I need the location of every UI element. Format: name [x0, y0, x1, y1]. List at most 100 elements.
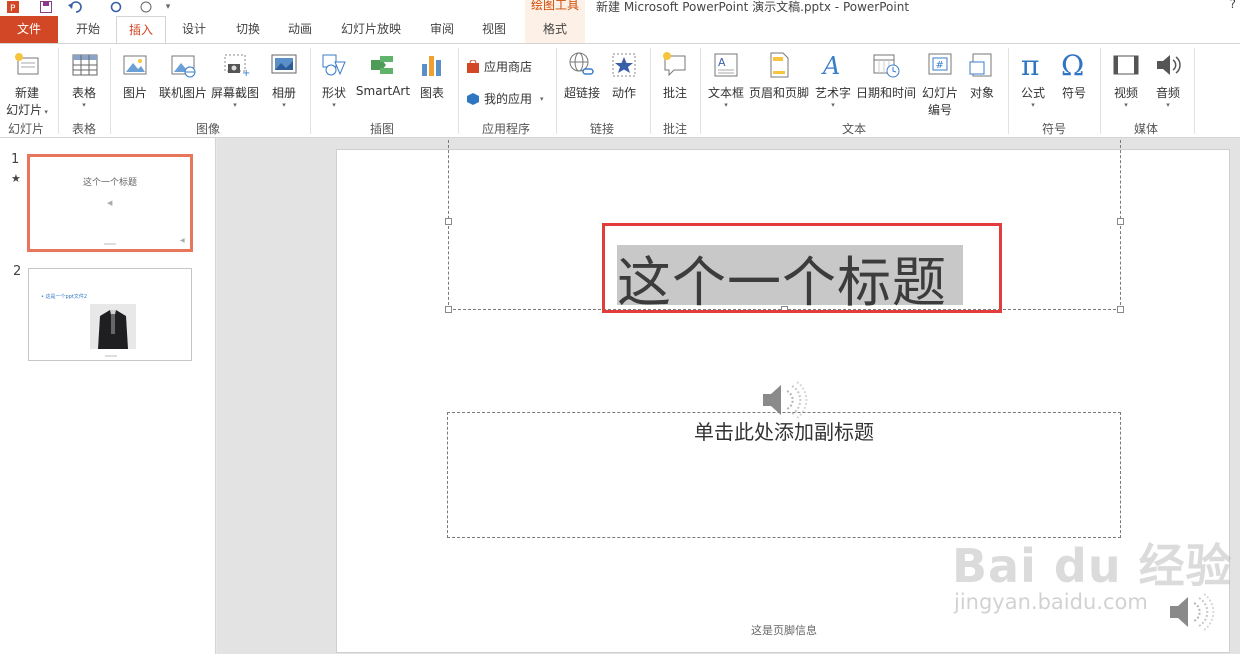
my-apps-button[interactable]: 我的应用 ▾ [466, 90, 544, 107]
chart-button[interactable]: 图表 [414, 50, 450, 101]
photo-album-label: 相册 [271, 86, 296, 100]
annotation-red-box [602, 223, 1002, 313]
group-label-media: 媒体 [1134, 122, 1159, 136]
screenshot-label: 屏幕截图 [210, 86, 259, 100]
picture-button[interactable]: 图片 [116, 50, 154, 101]
my-apps-label: 我的应用 [484, 92, 533, 106]
shapes-icon [322, 54, 346, 76]
speaker-icon [1157, 55, 1181, 75]
date-time-button[interactable]: 日期和时间 [856, 50, 916, 101]
smartart-button[interactable]: SmartArt [354, 50, 412, 98]
comment-button[interactable]: 批注 [656, 50, 694, 101]
symbol-button[interactable]: Ω 符号 [1056, 50, 1092, 101]
help-button[interactable]: ? [1230, 0, 1236, 11]
textbox-button[interactable]: A 文本框 ▾ [704, 50, 748, 109]
ribbon: 新建 幻灯片 ▾ 幻灯片 表格 ▾ 表格 图片 联机图片 + 屏幕截图 ▾ 相册… [0, 43, 1240, 138]
wordart-icon: A [821, 52, 840, 80]
slide-canvas[interactable]: 这个一个标题 单击此处添加副标题 这是页脚信息 [336, 140, 1231, 653]
redo-icon[interactable] [108, 0, 124, 14]
shapes-label: 形状 [321, 86, 346, 100]
thumb-speaker-icon-small: ◀ [180, 237, 185, 244]
action-label: 动作 [611, 86, 636, 100]
office-store-button[interactable]: 应用商店 [466, 58, 532, 75]
speaker-icon-corner[interactable] [1168, 590, 1216, 634]
office-store-label: 应用商店 [484, 60, 533, 74]
picture-icon [123, 55, 147, 75]
new-slide-icon [15, 53, 39, 75]
hyperlink-icon [569, 52, 594, 75]
hyperlink-button[interactable]: 超链接 [560, 50, 604, 101]
group-label-images: 图像 [196, 122, 221, 136]
thumb-title: 这个一个标题 [82, 178, 137, 188]
tab-file[interactable]: 文件 [0, 16, 58, 43]
tab-animations[interactable]: 动画 [274, 16, 326, 43]
action-icon [612, 53, 636, 77]
resize-handle[interactable] [445, 218, 452, 225]
powerpoint-logo-icon: P [6, 0, 20, 14]
tab-format[interactable]: 格式 [525, 16, 585, 43]
audio-button[interactable]: 音频 ▾ [1148, 50, 1188, 109]
shapes-button[interactable]: 形状 ▾ [314, 50, 354, 109]
resize-handle[interactable] [1117, 218, 1124, 225]
touch-mode-icon[interactable] [136, 0, 156, 14]
slide-thumbnail-2[interactable]: • 这是一个ppt文件2 [28, 268, 192, 361]
svg-text:#: # [936, 60, 944, 71]
store-icon [467, 59, 479, 73]
photo-album-button[interactable]: 相册 ▾ [264, 50, 304, 109]
calendar-icon [873, 54, 900, 78]
tab-slideshow[interactable]: 幻灯片放映 [332, 16, 410, 43]
action-button[interactable]: 动作 [606, 50, 642, 101]
customize-toolbar-icon[interactable]: ▾ [162, 0, 174, 14]
textbox-label: 文本框 [707, 86, 744, 100]
new-slide-button[interactable]: 新建 幻灯片 ▾ [4, 50, 50, 118]
video-button[interactable]: 视频 ▾ [1106, 50, 1146, 109]
slide-number-label-1: 幻灯片 [921, 86, 958, 100]
equation-button[interactable]: π 公式 ▾ [1014, 50, 1052, 109]
textbox-icon: A [714, 53, 738, 77]
save-icon[interactable] [38, 0, 54, 14]
video-label: 视频 [1113, 86, 1138, 100]
resize-handle[interactable] [1117, 306, 1124, 313]
subtitle-placeholder-text[interactable]: 单击此处添加副标题 [447, 416, 1121, 445]
svg-text:A: A [821, 52, 840, 80]
smartart-label: SmartArt [355, 84, 411, 98]
undo-icon[interactable] [66, 0, 86, 14]
tab-design[interactable]: 设计 [168, 16, 220, 43]
pi-icon: π [1021, 50, 1039, 80]
tab-view[interactable]: 视图 [468, 16, 520, 43]
drawing-tools-label: 绘图工具 [525, 0, 585, 16]
hyperlink-label: 超链接 [563, 86, 600, 100]
separator [556, 48, 557, 134]
header-footer-button[interactable]: 页眉和页脚 [748, 50, 810, 101]
header-footer-icon [770, 52, 789, 78]
thumb-footer [104, 243, 116, 245]
video-icon [1113, 55, 1139, 75]
slide-number-label-2: 编号 [927, 103, 952, 117]
slide-footer[interactable]: 这是页脚信息 [337, 622, 1231, 638]
group-label-text: 文本 [842, 122, 867, 136]
group-label-illustrations: 插图 [370, 122, 395, 136]
tab-transitions[interactable]: 切换 [222, 16, 274, 43]
resize-handle[interactable] [445, 306, 452, 313]
tab-home[interactable]: 开始 [62, 16, 114, 43]
online-picture-label: 联机图片 [158, 86, 207, 100]
slide-thumbnail-1[interactable]: 这个一个标题 ◀ ◀ [27, 154, 193, 252]
my-apps-icon [467, 92, 479, 105]
tab-insert[interactable]: 插入 [116, 16, 166, 44]
object-button[interactable]: 对象 [964, 50, 1000, 101]
wordart-button[interactable]: A 艺术字 ▾ [812, 50, 854, 109]
chart-icon [422, 56, 441, 76]
screenshot-button[interactable]: + 屏幕截图 ▾ [210, 50, 260, 109]
slide-number-1: 1 [11, 152, 20, 167]
separator [1008, 48, 1009, 134]
slide-editor: 这个一个标题 单击此处添加副标题 这是页脚信息 [217, 138, 1240, 654]
thumb-footer [105, 355, 117, 357]
table-button[interactable]: 表格 ▾ [64, 50, 104, 109]
separator [110, 48, 111, 134]
svg-text:Ω: Ω [1061, 50, 1084, 80]
tab-review[interactable]: 审阅 [416, 16, 468, 43]
separator [1100, 48, 1101, 134]
svg-text:P: P [10, 4, 16, 13]
slide-number-button[interactable]: # 幻灯片 编号 [918, 50, 962, 118]
online-picture-button[interactable]: 联机图片 [156, 50, 210, 101]
